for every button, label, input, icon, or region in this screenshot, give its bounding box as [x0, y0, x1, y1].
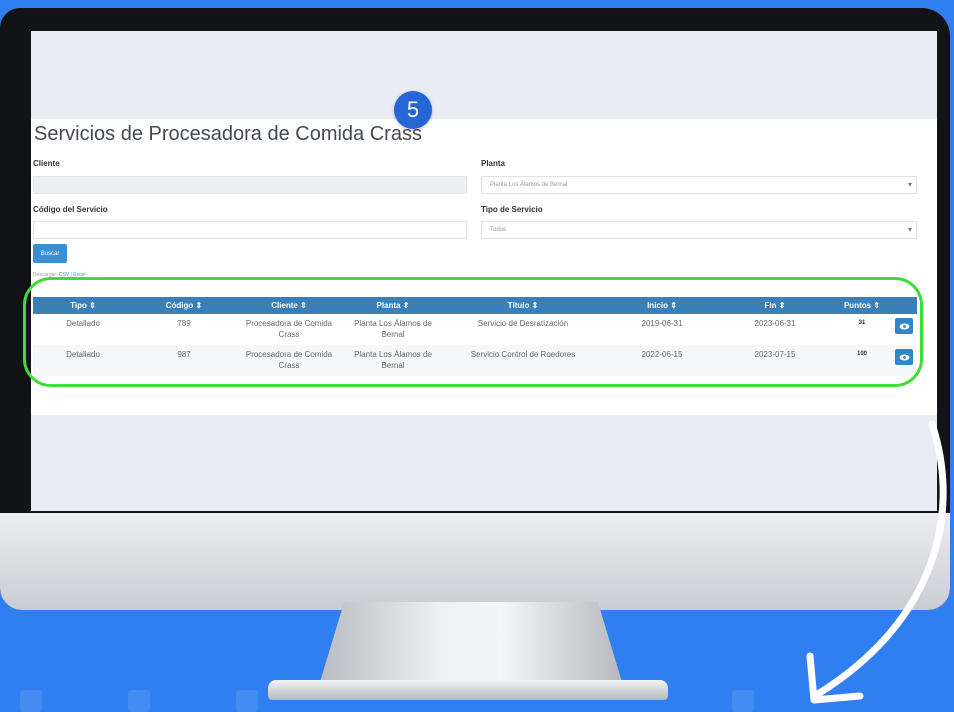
codigo-field[interactable] — [33, 221, 467, 239]
chevron-down-icon: ▾ — [907, 225, 912, 234]
background-square — [128, 690, 150, 712]
codigo-label: Código del Servicio — [33, 205, 108, 214]
tipo-label: Tipo de Servicio — [481, 205, 543, 214]
planta-select[interactable]: Planta Los Álamos de Bernal ▾ — [481, 176, 917, 194]
cliente-label: Cliente — [33, 159, 60, 168]
background-square — [732, 690, 754, 712]
tipo-select[interactable]: Todos ▾ — [481, 221, 917, 239]
tipo-selected-value: Todos — [490, 227, 507, 233]
page-title: Servicios de Procesadora de Comida Crass — [34, 123, 422, 145]
cliente-field[interactable] — [33, 176, 467, 194]
planta-label: Planta — [481, 159, 506, 168]
search-button[interactable]: Buscar — [33, 244, 67, 263]
step-number-badge: 5 — [394, 91, 432, 129]
table-highlight-outline — [23, 277, 923, 387]
monitor-base — [268, 680, 668, 700]
monitor-stand — [320, 602, 622, 682]
chevron-down-icon: ▾ — [907, 180, 912, 189]
background-square — [236, 690, 258, 712]
planta-selected-value: Planta Los Álamos de Bernal — [490, 182, 568, 188]
background-square — [20, 690, 42, 712]
curved-arrow-icon — [806, 420, 947, 704]
